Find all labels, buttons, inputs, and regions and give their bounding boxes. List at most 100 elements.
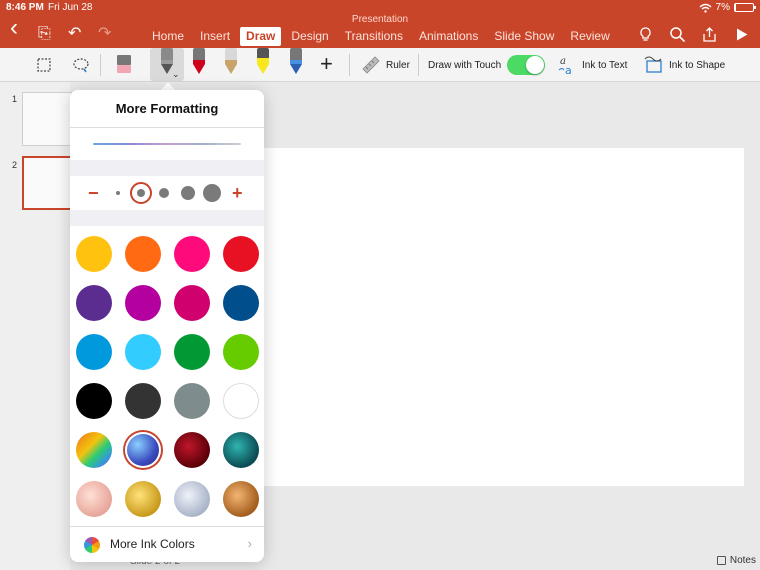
draw-with-touch: Draw with Touch [428,48,546,82]
color-swatch-gold[interactable] [125,481,161,517]
section-gap [70,210,264,226]
thickness-option-5[interactable] [203,184,221,202]
ink-to-shape-label: Ink to Shape [669,59,726,71]
search-icon[interactable] [669,26,686,43]
color-swatch-black[interactable] [76,383,112,419]
color-swatch-galaxy[interactable] [125,432,161,468]
thickness-increase-button[interactable]: + [232,184,243,202]
color-swatch-white[interactable] [223,383,259,419]
more-formatting-popover: More Formatting − + More Ink Colors › [70,90,264,562]
notes-button[interactable]: Notes [716,555,756,566]
document-title: Presentation [351,14,409,25]
status-day: Fri Jun 28 [48,2,93,13]
tab-design[interactable]: Design [285,27,334,46]
thickness-option-1[interactable] [116,191,120,195]
color-swatch-dark-blue[interactable] [223,285,259,321]
thickness-option-2[interactable] [137,189,145,197]
ink-to-text-label: Ink to Text [582,59,628,71]
ink-to-text-icon: aa [558,56,572,76]
slide-thumbnail-1[interactable] [22,92,72,146]
color-swatch-rose-gold[interactable] [76,481,112,517]
ribbon-separator [349,54,350,76]
ink-to-text-button[interactable]: aa Ink to Text [556,48,627,82]
tab-insert[interactable]: Insert [194,27,236,46]
undo-icon[interactable]: ↶ [68,26,81,42]
redo-icon[interactable]: ↷ [98,26,111,42]
file-icon[interactable]: ⎘ [38,26,51,42]
color-swatch-gray[interactable] [174,383,210,419]
color-swatch-silver[interactable] [174,481,210,517]
status-right: 7% [699,2,756,13]
thickness-option-3[interactable] [159,188,169,198]
battery-level [735,4,737,11]
color-swatch-purple[interactable] [76,285,112,321]
pen-red[interactable] [187,48,211,78]
color-swatch-rainbow[interactable] [76,432,112,468]
tab-review[interactable]: Review [564,27,615,46]
pen-galaxy[interactable] [284,48,308,78]
color-swatch-dark-gray[interactable] [125,383,161,419]
tab-transitions[interactable]: Transitions [339,27,409,46]
ruler-icon [362,56,380,74]
color-swatch-bronze[interactable] [223,481,259,517]
color-swatch-pink[interactable] [174,236,210,272]
color-wheel-icon [84,537,100,553]
pencil[interactable] [219,48,243,78]
color-swatch-lime[interactable] [223,334,259,370]
slide-number: 1 [12,94,18,104]
ribbon-separator [100,54,101,76]
stroke-preview-line [93,143,241,145]
draw-with-touch-toggle[interactable] [507,55,546,75]
appbar-right-icons [637,26,750,43]
color-swatch-red[interactable] [223,236,259,272]
color-swatch-yellow[interactable] [76,236,112,272]
thickness-decrease-button[interactable]: − [88,184,99,202]
color-swatch-blue[interactable] [76,334,112,370]
tab-slide-show[interactable]: Slide Show [488,27,560,46]
color-swatch-green[interactable] [174,334,210,370]
color-swatch-magenta[interactable] [125,285,161,321]
color-swatch-sky-blue[interactable] [125,334,161,370]
battery-icon [734,3,756,12]
color-swatch-crimson[interactable] [174,285,210,321]
toggle-knob [526,56,545,74]
slide-canvas[interactable] [258,148,744,486]
lightbulb-icon[interactable] [637,26,654,43]
tab-animations[interactable]: Animations [413,27,484,46]
status-time: 8:46 PM [6,2,44,13]
play-icon[interactable] [733,26,750,43]
select-objects-icon[interactable] [36,57,52,73]
slide-thumbnail-2[interactable] [22,156,72,210]
thickness-row: − + [70,176,264,210]
highlighter-yellow[interactable] [251,48,275,78]
draw-with-touch-label: Draw with Touch [428,59,502,71]
notes-label: Notes [729,555,756,566]
ribbon-separator [418,54,419,76]
color-swatch-orange[interactable] [125,236,161,272]
ink-to-shape-button[interactable]: Ink to Shape [643,48,725,82]
wifi-icon [699,3,712,13]
battery-percent: 7% [715,2,730,13]
ink-to-shape-icon [644,56,662,73]
more-ink-colors-row[interactable]: More Ink Colors › [70,526,264,562]
ruler-button[interactable]: Ruler [360,48,410,82]
app-bar: 8:46 PM Fri Jun 28 7% Presentation ‹ ⎘ ↶… [0,0,760,48]
chevron-down-icon[interactable]: ⌄ [172,69,180,80]
color-swatch-ruby[interactable] [174,432,210,468]
back-icon[interactable]: ‹ [10,16,18,40]
share-icon[interactable] [701,26,718,43]
more-ink-colors-label: More Ink Colors [110,537,195,551]
section-gap [70,160,264,176]
notes-icon [716,556,726,565]
ruler-label: Ruler [386,59,410,71]
tab-draw[interactable]: Draw [240,27,282,46]
eraser-icon[interactable] [114,53,134,77]
popover-title: More Formatting [70,90,264,128]
thickness-option-4[interactable] [181,186,195,200]
tab-home[interactable]: Home [146,27,190,46]
add-pen-icon[interactable]: + [320,53,333,75]
lasso-select-icon[interactable] [72,56,90,74]
chevron-right-icon: › [247,536,252,551]
svg-text:a: a [565,64,572,76]
color-swatch-ocean[interactable] [223,432,259,468]
